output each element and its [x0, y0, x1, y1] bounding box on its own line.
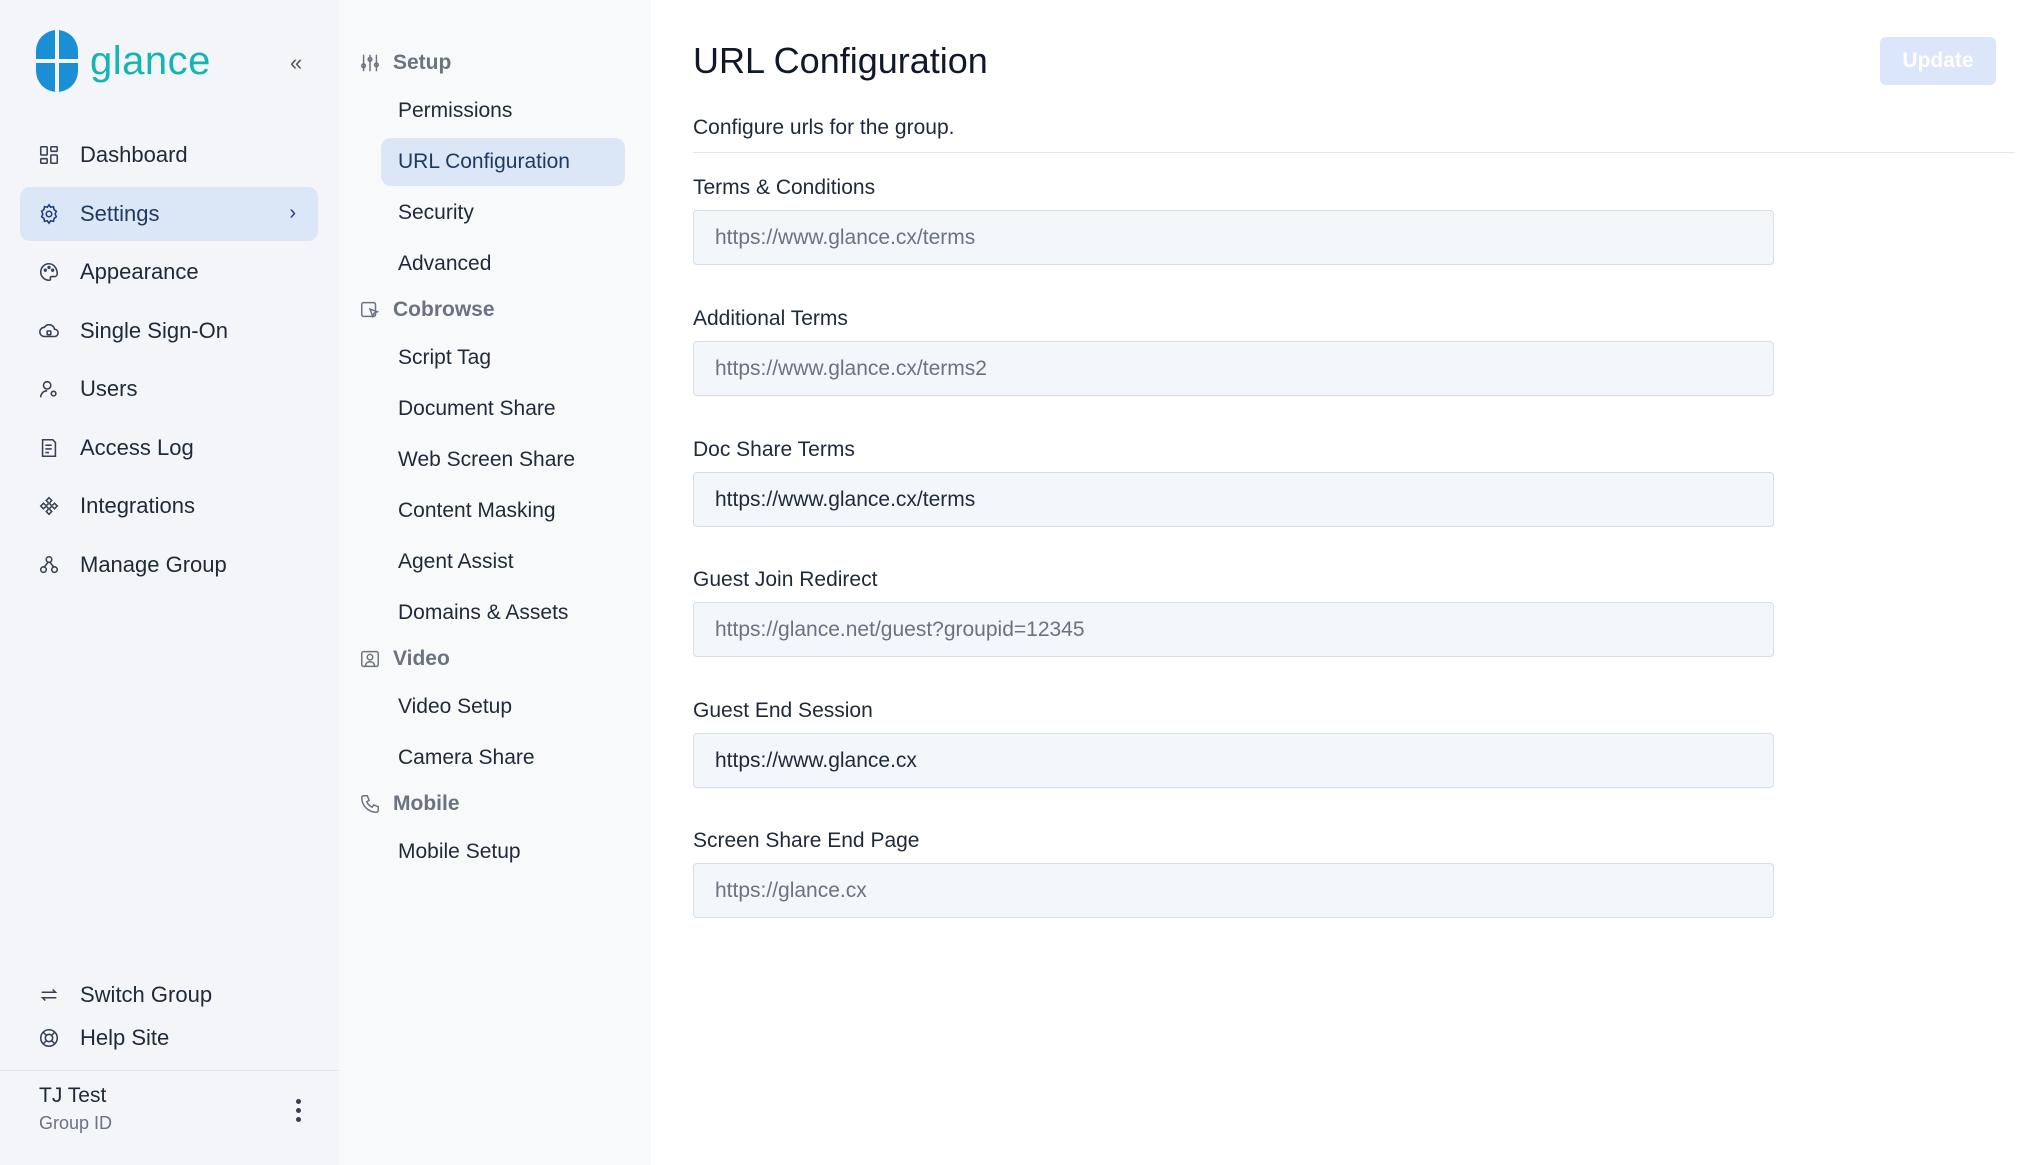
subnav-item-camera-share[interactable]: Camera Share [381, 734, 625, 782]
sidebar-item-settings[interactable]: Settings › [20, 186, 318, 241]
field-label: Doc Share Terms [693, 438, 855, 461]
subnav-item-url-configuration[interactable]: URL Configuration [381, 138, 625, 186]
sidebar-item-single-sign-on[interactable]: Single Sign-On [20, 304, 318, 358]
puzzle-icon [38, 495, 60, 517]
sidebar-item-label: Manage Group [80, 551, 227, 577]
sidebar-item-label: Appearance [80, 259, 199, 284]
glance-logo-icon [36, 30, 78, 92]
main-nav: Dashboard Settings › Appearance Single S… [20, 128, 318, 596]
cloud-lock-icon [38, 320, 60, 342]
subnav-group-label: Mobile [393, 792, 460, 815]
group-id-label: Group ID [39, 1113, 113, 1133]
sidebar-item-label: Dashboard [80, 142, 188, 167]
sidebar-item-users[interactable]: Users [20, 362, 318, 416]
sidebar-item-dashboard[interactable]: Dashboard [20, 128, 318, 182]
additional-terms-input[interactable] [693, 341, 1774, 396]
sidebar-item-label: Integrations [80, 493, 195, 518]
field-label: Terms & Conditions [693, 176, 876, 199]
bottom-nav: Switch Group Help Site [20, 973, 318, 1059]
terms-conditions-field: Terms & Conditions [693, 176, 1774, 265]
chevron-right-icon: › [289, 201, 296, 224]
subnav-group-label: Video [393, 647, 450, 670]
switch-icon [38, 984, 60, 1006]
more-vertical-icon[interactable] [290, 1099, 306, 1125]
main-content: URL Configuration Update Configure urls … [651, 0, 2039, 1165]
sidebar-item-manage-group[interactable]: Manage Group [20, 538, 318, 592]
phone-icon [359, 793, 381, 815]
subnav-group-cobrowse: Cobrowse [339, 291, 651, 329]
subnav-group-label: Setup [393, 51, 452, 74]
guest-end-session-input[interactable] [693, 733, 1774, 788]
subnav-item-content-masking[interactable]: Content Masking [381, 487, 625, 535]
sidebar-item-label: Single Sign-On [80, 317, 228, 343]
sidebar-item-label: Settings [80, 200, 160, 226]
collapse-sidebar-button[interactable]: « [290, 50, 302, 76]
sidebar: glance « Dashboard Settings › Appearance… [0, 0, 339, 1165]
doc-share-terms-field: Doc Share Terms [693, 438, 1774, 527]
subnav-group-video: Video [339, 640, 651, 678]
subnav-item-document-share[interactable]: Document Share [381, 385, 625, 433]
settings-subnav: Setup Permissions URL Configuration Secu… [339, 0, 651, 1165]
doc-share-terms-input[interactable] [693, 472, 1774, 527]
logo-text: glance [90, 38, 211, 83]
subnav-item-security[interactable]: Security [381, 189, 625, 237]
field-label: Screen Share End Page [693, 829, 920, 852]
help-site-label: Help Site [80, 1024, 170, 1050]
subnav-item-permissions[interactable]: Permissions [381, 87, 625, 135]
divider [693, 152, 2015, 153]
subnav-item-domains-assets[interactable]: Domains & Assets [381, 589, 625, 637]
sidebar-item-label: Users [80, 376, 138, 401]
user-panel: TJ Test Group ID [0, 1070, 339, 1165]
sidebar-item-label: Access Log [80, 434, 194, 460]
guest-join-redirect-field: Guest Join Redirect [693, 568, 1774, 657]
screen-share-end-page-field: Screen Share End Page [693, 829, 1774, 918]
field-label: Additional Terms [693, 307, 848, 330]
sliders-icon [359, 52, 381, 74]
update-button[interactable]: Update [1880, 37, 1996, 85]
dashboard-icon [38, 144, 60, 166]
lifebuoy-icon [38, 1027, 60, 1049]
video-icon [359, 648, 381, 670]
help-site-link[interactable]: Help Site [20, 1016, 318, 1059]
guest-join-redirect-input[interactable] [693, 602, 1774, 657]
field-label: Guest End Session [693, 699, 873, 722]
user-name: TJ Test [39, 1084, 107, 1107]
subnav-group-mobile: Mobile [339, 785, 651, 823]
sidebar-item-integrations[interactable]: Integrations [20, 479, 318, 533]
sidebar-item-appearance[interactable]: Appearance [20, 245, 318, 299]
switch-group-label: Switch Group [80, 981, 213, 1007]
cobrowse-icon [359, 299, 381, 321]
group-icon [38, 554, 60, 576]
page-title: URL Configuration [693, 40, 988, 81]
guest-end-session-field: Guest End Session [693, 699, 1774, 788]
sidebar-item-access-log[interactable]: Access Log [20, 421, 318, 475]
screen-share-end-page-input[interactable] [693, 863, 1774, 918]
field-label: Guest Join Redirect [693, 568, 878, 591]
subnav-item-video-setup[interactable]: Video Setup [381, 683, 625, 731]
logo[interactable]: glance [36, 30, 211, 92]
switch-group-link[interactable]: Switch Group [20, 973, 318, 1016]
subnav-item-advanced[interactable]: Advanced [381, 240, 625, 288]
terms-conditions-input[interactable] [693, 210, 1774, 265]
gear-icon [38, 202, 60, 225]
page-description: Configure urls for the group. [693, 116, 955, 139]
subnav-group-label: Cobrowse [393, 298, 495, 321]
subnav-item-web-screen-share[interactable]: Web Screen Share [381, 436, 625, 484]
subnav-item-mobile-setup[interactable]: Mobile Setup [381, 828, 625, 876]
additional-terms-field: Additional Terms [693, 307, 1774, 396]
user-gear-icon [38, 378, 60, 400]
subnav-item-script-tag[interactable]: Script Tag [381, 334, 625, 382]
log-icon [38, 437, 60, 459]
subnav-group-setup: Setup [339, 44, 651, 82]
subnav-item-agent-assist[interactable]: Agent Assist [381, 538, 625, 586]
palette-icon [38, 261, 60, 283]
